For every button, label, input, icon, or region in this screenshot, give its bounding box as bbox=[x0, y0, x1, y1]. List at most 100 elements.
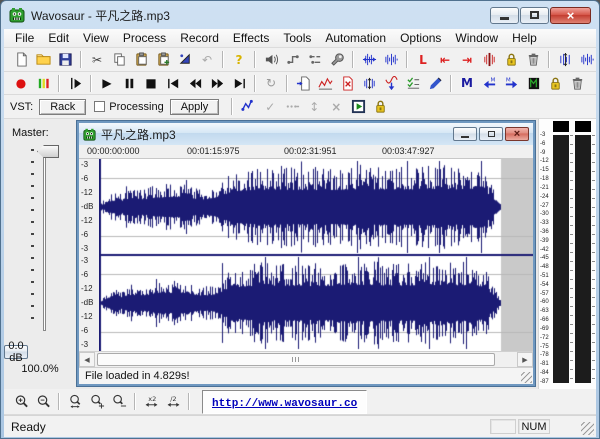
speaker-icon[interactable] bbox=[261, 50, 281, 70]
timeline-ruler[interactable]: 00:00:00:00000:01:15:97500:02:31:95100:0… bbox=[79, 145, 533, 159]
normalize-icon[interactable] bbox=[381, 73, 401, 93]
horizontal-scrollbar[interactable]: ◀ ▶ bbox=[79, 351, 533, 367]
vst-processing-checkbox[interactable] bbox=[94, 101, 105, 112]
menu-view[interactable]: View bbox=[76, 30, 116, 46]
new-file-icon[interactable] bbox=[11, 50, 31, 70]
vst-lock-icon[interactable] bbox=[370, 97, 390, 117]
zoom-x2-icon[interactable]: x2 bbox=[141, 392, 161, 412]
marker-block-icon[interactable] bbox=[523, 73, 543, 93]
loop-playback-icon[interactable]: ↻ bbox=[261, 73, 281, 93]
menu-options[interactable]: Options bbox=[393, 30, 448, 46]
help-icon[interactable]: ? bbox=[229, 50, 249, 70]
play-from-cursor-icon[interactable] bbox=[65, 73, 85, 93]
menu-help[interactable]: Help bbox=[505, 30, 544, 46]
menu-tools[interactable]: Tools bbox=[276, 30, 318, 46]
clip-indicator-right[interactable] bbox=[575, 121, 591, 132]
save-file-icon[interactable] bbox=[55, 50, 75, 70]
menu-window[interactable]: Window bbox=[448, 30, 505, 46]
monitor-meter-icon[interactable] bbox=[33, 73, 53, 93]
paste-icon[interactable] bbox=[131, 50, 151, 70]
document-minimize-button[interactable] bbox=[453, 127, 477, 141]
forward-icon[interactable] bbox=[207, 73, 227, 93]
marker-right-icon[interactable]: ⇥ bbox=[457, 50, 477, 70]
scroll-right-arrow[interactable]: ▶ bbox=[517, 352, 533, 367]
menu-edit[interactable]: Edit bbox=[41, 30, 76, 46]
zoom-selection-icon[interactable] bbox=[555, 50, 575, 70]
scrollbar-thumb[interactable] bbox=[97, 353, 495, 366]
clip-indicator-left[interactable] bbox=[553, 121, 569, 132]
vst-updown-icon[interactable]: ↕ bbox=[304, 97, 324, 117]
document-maximize-button[interactable] bbox=[479, 127, 503, 141]
menu-automation[interactable]: Automation bbox=[318, 30, 393, 46]
scrollbar-track[interactable] bbox=[95, 352, 517, 367]
menu-record[interactable]: Record bbox=[173, 30, 226, 46]
next-marker-icon[interactable]: M bbox=[501, 73, 521, 93]
go-end-icon[interactable] bbox=[229, 73, 249, 93]
document-close-button[interactable]: × bbox=[505, 127, 529, 141]
zoom-vertical-in-icon[interactable] bbox=[87, 392, 107, 412]
insert-file-icon[interactable] bbox=[293, 73, 313, 93]
scroll-left-arrow[interactable]: ◀ bbox=[79, 352, 95, 367]
minimize-button[interactable] bbox=[490, 7, 519, 24]
waveform-display[interactable] bbox=[99, 159, 533, 351]
loop-points-icon[interactable]: L bbox=[413, 50, 433, 70]
bitdepth-icon[interactable] bbox=[381, 50, 401, 70]
zoom-vertical-out-icon[interactable] bbox=[109, 392, 129, 412]
cut-icon[interactable]: ✂ bbox=[87, 50, 107, 70]
lock-markers-icon[interactable] bbox=[501, 50, 521, 70]
trim-icon[interactable] bbox=[175, 50, 195, 70]
pencil-edit-icon[interactable] bbox=[425, 73, 445, 93]
previous-marker-icon[interactable]: M bbox=[479, 73, 499, 93]
marker-m-icon[interactable]: M bbox=[457, 73, 477, 93]
window-titlebar[interactable]: Wavosaur - 平凡之路.mp3 × bbox=[1, 1, 599, 29]
menu-file[interactable]: File bbox=[8, 30, 41, 46]
fit-window-icon[interactable] bbox=[577, 50, 596, 70]
vst-confirm-icon[interactable]: ✓ bbox=[260, 97, 280, 117]
go-start-icon[interactable] bbox=[163, 73, 183, 93]
markers-wave-icon[interactable] bbox=[479, 50, 499, 70]
cable-icon[interactable] bbox=[283, 50, 303, 70]
trash-icon[interactable] bbox=[567, 73, 587, 93]
resample-icon[interactable] bbox=[359, 50, 379, 70]
menu-effects[interactable]: Effects bbox=[226, 30, 276, 46]
statistics-icon[interactable] bbox=[315, 73, 335, 93]
routing-icon[interactable] bbox=[305, 50, 325, 70]
wrench-icon[interactable] bbox=[327, 50, 347, 70]
toolbar-separator bbox=[548, 51, 550, 68]
vst-apply-button[interactable]: Apply bbox=[170, 99, 220, 115]
slider-track[interactable] bbox=[43, 147, 46, 331]
marker-left-icon[interactable]: ⇤ bbox=[435, 50, 455, 70]
zoom-fit-icon[interactable] bbox=[65, 392, 85, 412]
vst-route-icon[interactable] bbox=[282, 97, 302, 117]
document-resize-grip[interactable] bbox=[521, 372, 532, 383]
close-button[interactable]: × bbox=[550, 7, 591, 24]
lock-icon[interactable] bbox=[545, 73, 565, 93]
zoom-in-icon[interactable] bbox=[11, 392, 31, 412]
zoom-out-icon[interactable] bbox=[33, 392, 53, 412]
window-resize-grip[interactable] bbox=[581, 422, 594, 435]
open-file-icon[interactable] bbox=[33, 50, 53, 70]
wave-vertical-icon[interactable] bbox=[359, 73, 379, 93]
copy-icon[interactable] bbox=[109, 50, 129, 70]
pause-icon[interactable] bbox=[119, 73, 139, 93]
record-icon[interactable]: ● bbox=[11, 73, 31, 93]
stop-icon[interactable]: ■ bbox=[141, 73, 161, 93]
vst-play-icon[interactable] bbox=[348, 97, 368, 117]
menu-process[interactable]: Process bbox=[116, 30, 173, 46]
zoom-half-icon[interactable]: /2 bbox=[163, 392, 183, 412]
vst-curve-icon[interactable] bbox=[238, 97, 258, 117]
maximize-button[interactable] bbox=[520, 7, 549, 24]
vst-rack-button[interactable]: Rack bbox=[39, 99, 86, 115]
wavosaur-link[interactable]: http://www.wavosaur.co bbox=[212, 398, 357, 410]
marker-list-icon[interactable] bbox=[403, 73, 423, 93]
delete-region-icon[interactable] bbox=[337, 73, 357, 93]
rewind-icon[interactable] bbox=[185, 73, 205, 93]
paste-insert-icon[interactable] bbox=[153, 50, 173, 70]
undo-icon[interactable]: ↶ bbox=[197, 50, 217, 70]
master-volume-slider[interactable] bbox=[4, 145, 76, 333]
document-titlebar[interactable]: 平凡之路.mp3 × bbox=[79, 123, 533, 145]
delete-markers-icon[interactable] bbox=[523, 50, 543, 70]
play-icon[interactable]: ▶ bbox=[97, 73, 117, 93]
vst-close-icon[interactable]: × bbox=[326, 97, 346, 117]
slider-thumb[interactable] bbox=[37, 145, 59, 158]
